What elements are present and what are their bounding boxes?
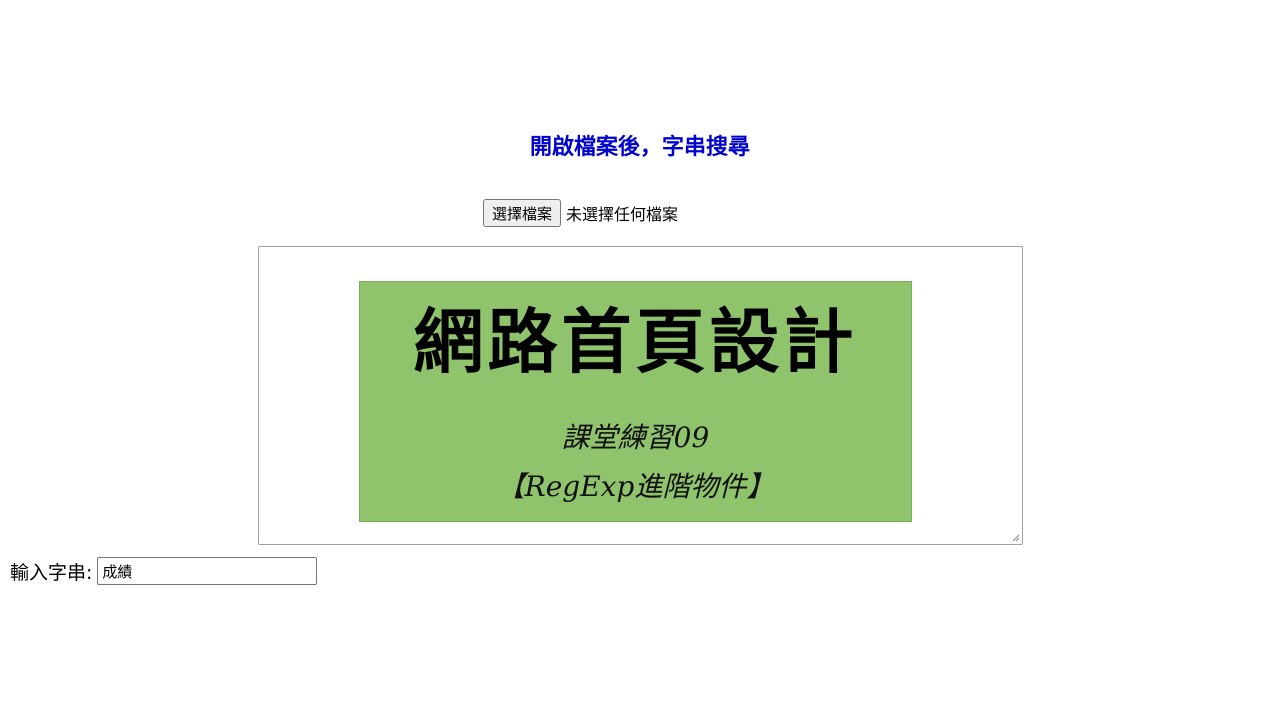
resize-handle-icon[interactable] (1012, 534, 1020, 542)
banner-subtitle-topic: 【RegExp進階物件】 (496, 470, 775, 503)
file-picker: 選擇檔案 未選擇任何檔案 (483, 199, 678, 227)
banner-subtitle-exercise: 課堂練習09 (561, 421, 710, 454)
file-status-text: 未選擇任何檔案 (566, 205, 679, 224)
choose-file-button[interactable]: 選擇檔案 (483, 199, 562, 227)
page-title: 開啟檔案後，字串搜尋 (529, 135, 750, 160)
banner-title: 網路首頁設計 (413, 301, 858, 383)
search-row: 輸入字串: (10, 557, 318, 585)
page: 開啟檔案後，字串搜尋 選擇檔案 未選擇任何檔案 網路首頁設計 課堂練習09 【R… (0, 0, 1280, 720)
course-banner-image: 網路首頁設計 課堂練習09 【RegExp進階物件】 (359, 281, 912, 522)
search-label: 輸入字串: (10, 561, 93, 584)
search-input[interactable] (97, 557, 318, 585)
